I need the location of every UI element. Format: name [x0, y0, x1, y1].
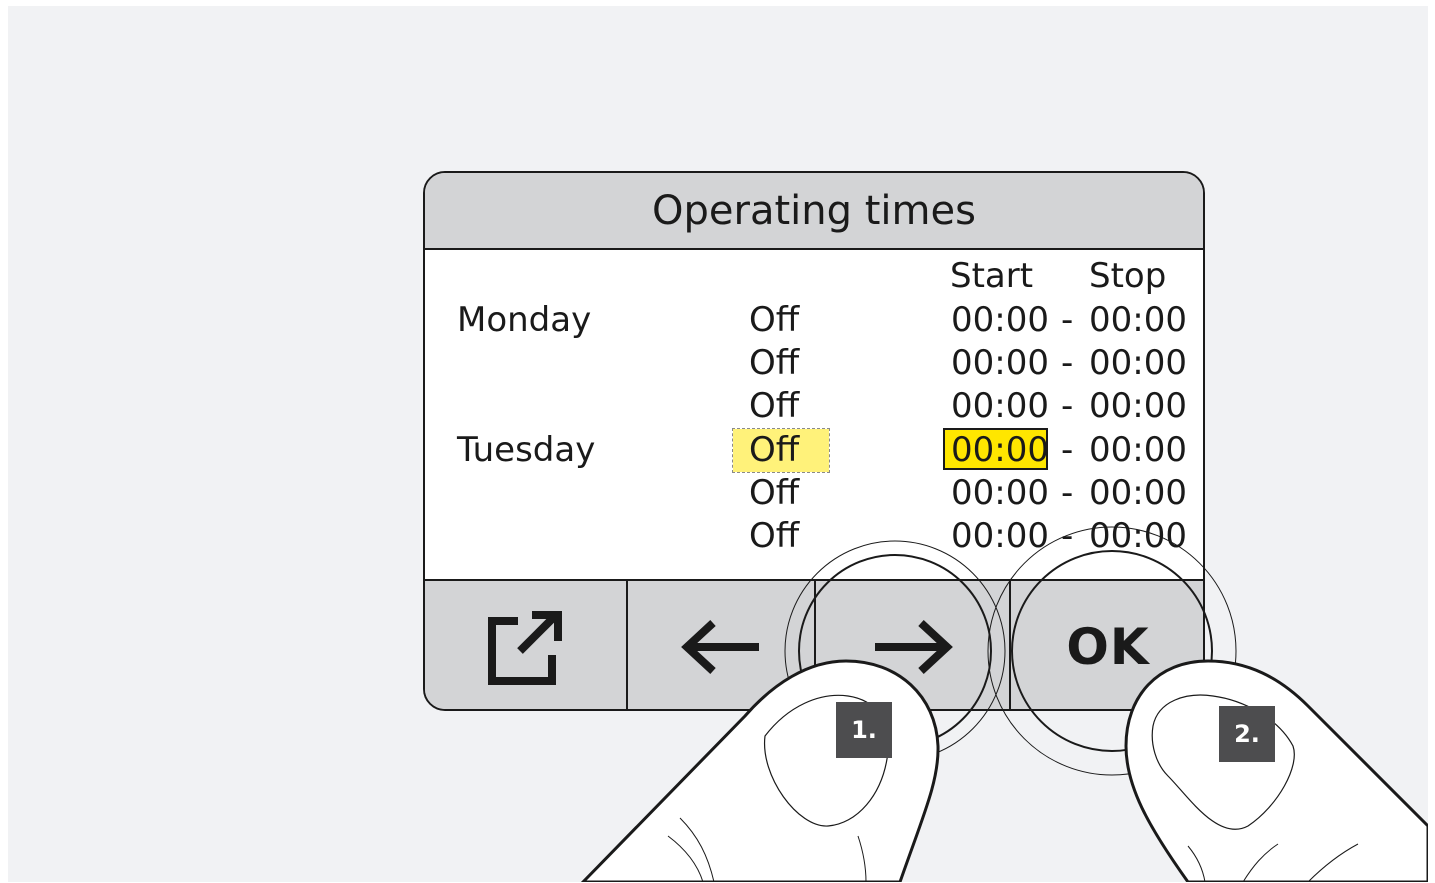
time-separator: - [1061, 300, 1074, 340]
schedule-table: Start Stop Monday Off 00:00 - 00:00 Off … [425, 250, 1203, 579]
control-display: Operating times Start Stop Monday Off 00… [423, 171, 1205, 711]
time-separator: - [1061, 473, 1074, 513]
arrow-right-icon [874, 620, 953, 674]
start-time-active[interactable]: 00:00 [951, 430, 1049, 470]
ok-label: OK [1066, 618, 1150, 676]
back-button[interactable] [628, 581, 814, 709]
step-2-badge: 2. [1219, 706, 1275, 762]
start-time[interactable]: 00:00 [951, 343, 1049, 383]
start-time[interactable]: 00:00 [951, 386, 1049, 426]
start-time[interactable]: 00:00 [951, 473, 1049, 513]
start-column-header: Start [950, 256, 1034, 296]
time-separator: - [1061, 516, 1074, 556]
stop-time[interactable]: 00:00 [1089, 300, 1187, 340]
illustration-canvas: Operating times Start Stop Monday Off 00… [8, 6, 1428, 882]
start-time[interactable]: 00:00 [951, 300, 1049, 340]
time-separator: - [1061, 430, 1074, 470]
mode-value[interactable]: Off [749, 473, 799, 513]
export-button[interactable] [425, 581, 626, 709]
button-bar: OK [425, 579, 1203, 709]
start-time[interactable]: 00:00 [951, 516, 1049, 556]
external-link-icon [487, 611, 562, 685]
arrow-left-icon [681, 620, 759, 674]
mode-value[interactable]: Off [749, 386, 799, 426]
stop-time[interactable]: 00:00 [1089, 430, 1187, 470]
page-title: Operating times [652, 187, 976, 234]
title-bar: Operating times [425, 173, 1203, 250]
stop-time[interactable]: 00:00 [1089, 473, 1187, 513]
stop-time[interactable]: 00:00 [1089, 343, 1187, 383]
mode-value[interactable]: Off [749, 430, 799, 470]
stop-time[interactable]: 00:00 [1089, 386, 1187, 426]
forward-button[interactable] [816, 581, 1009, 709]
time-separator: - [1061, 343, 1074, 383]
mode-value[interactable]: Off [749, 300, 799, 340]
ok-button[interactable]: OK [1011, 581, 1203, 709]
mode-value[interactable]: Off [749, 343, 799, 383]
time-separator: - [1061, 386, 1074, 426]
step-1-badge: 1. [836, 702, 892, 758]
day-label-monday: Monday [457, 300, 592, 340]
mode-value[interactable]: Off [749, 516, 799, 556]
day-label-tuesday: Tuesday [457, 430, 596, 470]
stop-column-header: Stop [1089, 256, 1167, 296]
stop-time[interactable]: 00:00 [1089, 516, 1187, 556]
